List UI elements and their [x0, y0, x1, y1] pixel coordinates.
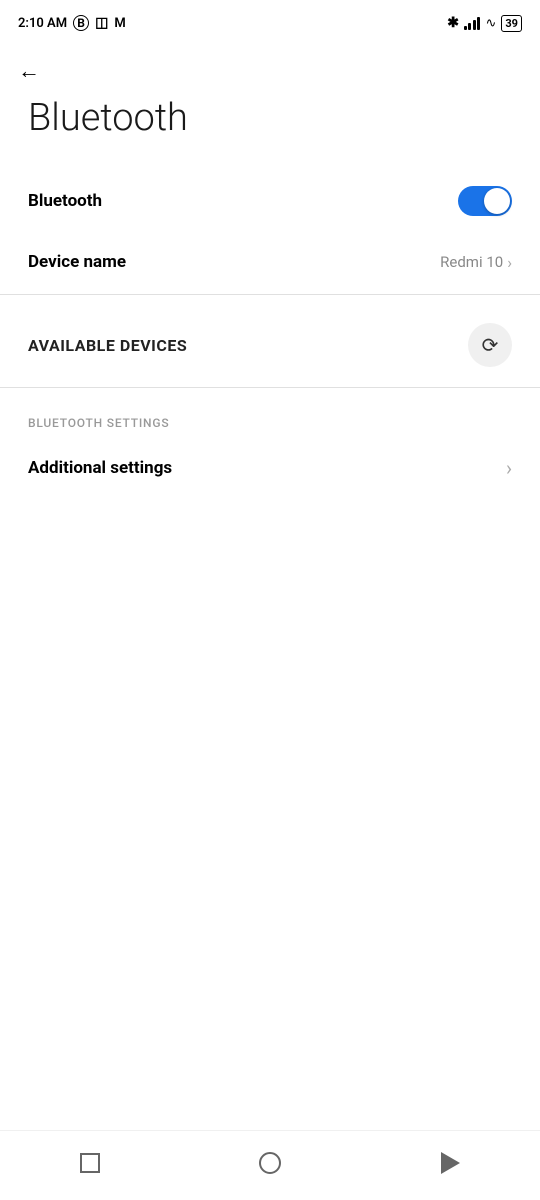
settings-section: Bluetooth Device name Redmi 10 ›: [0, 168, 540, 290]
additional-chevron-icon: ›: [506, 456, 512, 480]
page-title: Bluetooth: [0, 92, 540, 168]
signal-icon: [464, 17, 481, 30]
divider-1: [0, 294, 540, 295]
bottom-nav: [0, 1130, 540, 1200]
battery-icon: 39: [501, 15, 522, 32]
recents-button[interactable]: [70, 1143, 110, 1183]
chevron-right-icon: ›: [507, 253, 512, 272]
back-button[interactable]: ←: [0, 42, 540, 92]
toggle-knob: [484, 188, 510, 214]
refresh-icon: ⟳: [482, 333, 499, 357]
refresh-button[interactable]: ⟳: [468, 323, 512, 367]
status-bar: 2:10 AM B ◫ M ✱ ∿ 39: [0, 0, 540, 42]
sim-icon: ◫: [95, 15, 108, 31]
time-text: 2:10 AM: [18, 16, 67, 31]
back-arrow-icon[interactable]: ←: [18, 59, 40, 84]
device-name-row[interactable]: Device name Redmi 10 ›: [28, 234, 512, 290]
status-time: 2:10 AM B ◫ M: [18, 15, 126, 31]
device-name-value-group: Redmi 10 ›: [440, 253, 512, 272]
bluetooth-status-icon: ✱: [447, 15, 459, 31]
home-icon: [259, 1152, 281, 1174]
device-name-label: Device name: [28, 252, 126, 272]
device-name-text: Redmi 10: [440, 253, 503, 271]
recents-icon: [80, 1153, 100, 1173]
mail-icon: M: [114, 16, 125, 31]
additional-settings-row[interactable]: Additional settings ›: [28, 442, 512, 494]
b-icon: B: [73, 15, 89, 31]
bluetooth-settings-section: BLUETOOTH SETTINGS Additional settings ›: [0, 388, 540, 494]
bluetooth-toggle-row: Bluetooth: [28, 168, 512, 234]
back-nav-button[interactable]: [430, 1143, 470, 1183]
wifi-icon: ∿: [485, 16, 496, 31]
back-nav-icon: [441, 1152, 460, 1174]
bluetooth-label: Bluetooth: [28, 191, 102, 211]
bluetooth-toggle[interactable]: [458, 186, 512, 216]
available-devices-header: AVAILABLE DEVICES ⟳: [28, 323, 512, 367]
status-right-icons: ✱ ∿ 39: [447, 15, 522, 32]
bluetooth-settings-label: BLUETOOTH SETTINGS: [28, 416, 512, 430]
additional-settings-label: Additional settings: [28, 458, 172, 478]
home-button[interactable]: [250, 1143, 290, 1183]
available-devices-section: AVAILABLE DEVICES ⟳: [0, 299, 540, 367]
available-devices-title: AVAILABLE DEVICES: [28, 336, 187, 355]
